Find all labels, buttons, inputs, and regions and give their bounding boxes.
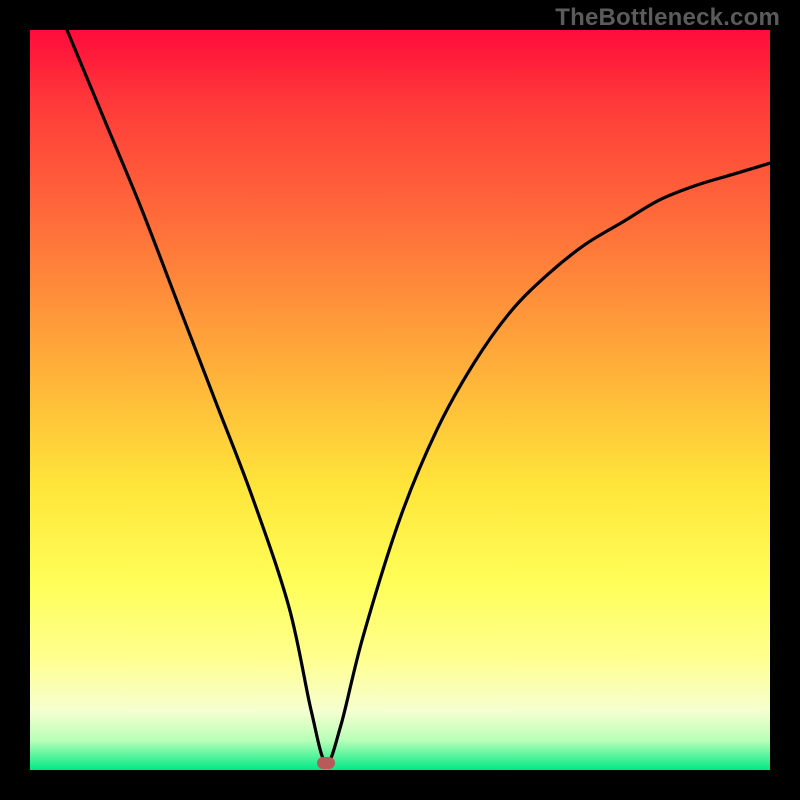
curve-svg [30,30,770,770]
chart-frame: TheBottleneck.com [0,0,800,800]
plot-area [30,30,770,770]
watermark-text: TheBottleneck.com [555,4,780,32]
optimum-marker [317,757,335,769]
bottleneck-curve [67,30,770,763]
